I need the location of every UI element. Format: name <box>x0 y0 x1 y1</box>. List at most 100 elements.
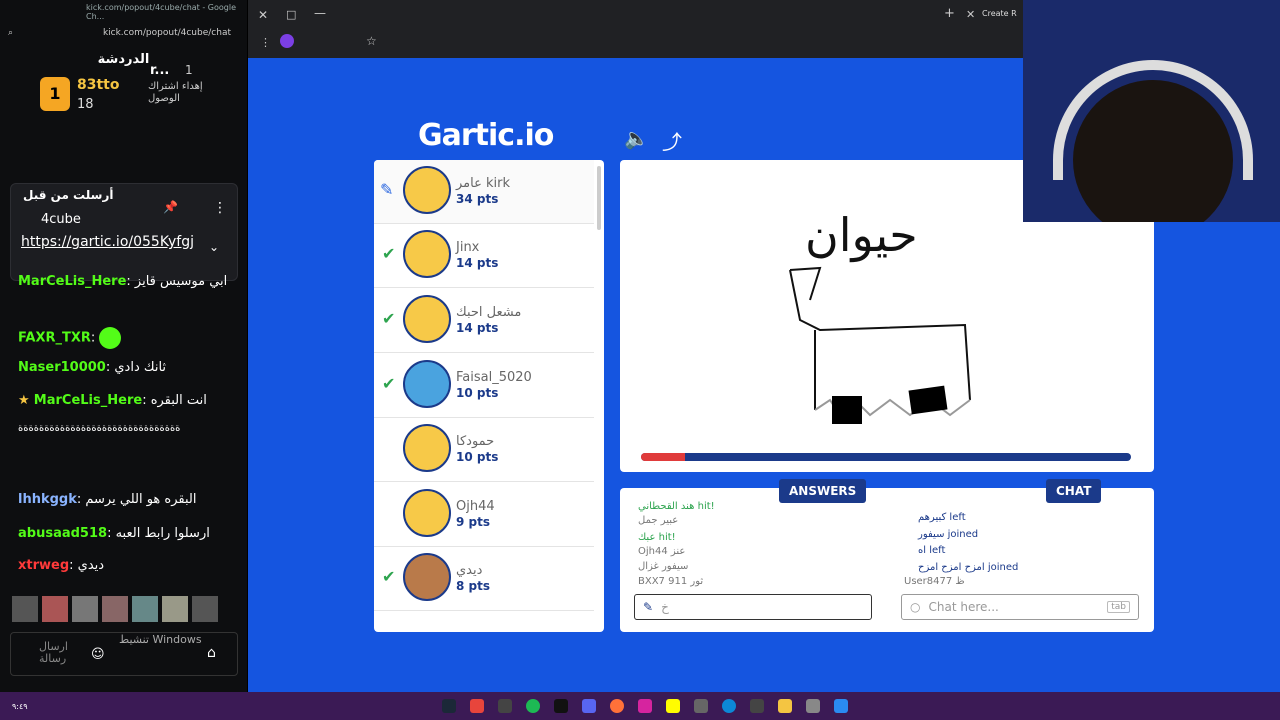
tab-answers[interactable]: ANSWERS <box>779 479 867 503</box>
sound-icon[interactable]: 🔈 <box>624 126 649 150</box>
answer-line: سيفور غزال <box>638 561 689 572</box>
pinned-link[interactable]: https://gartic.io/055Kyfgj <box>21 232 206 253</box>
chat-user[interactable]: FAXR_TXR <box>18 331 91 346</box>
emote-row <box>12 596 222 624</box>
more-icon[interactable]: ⋮ <box>213 200 227 216</box>
chat-line: User8477 ظ <box>904 576 965 587</box>
search-icon: ○ <box>910 600 921 614</box>
emote-icon[interactable] <box>192 596 218 622</box>
left-urlbar[interactable]: ⌕ kick.com/popout/4cube/chat <box>0 24 247 42</box>
check-icon: ✔ <box>382 244 396 263</box>
video-icon[interactable] <box>750 699 764 713</box>
chat-user[interactable]: Naser10000 <box>18 360 106 375</box>
menu-icon[interactable]: ⋮ <box>260 36 271 49</box>
player-row[interactable]: ✔ Jinx 14 pts <box>374 224 594 288</box>
answer-input[interactable]: ✎ خ <box>634 594 872 620</box>
answer-line: عبك hit! <box>638 532 676 543</box>
chrome-icon[interactable] <box>470 699 484 713</box>
player-row[interactable]: ✔ مشعل احبك 14 pts <box>374 289 594 353</box>
chat-message: FAXR_TXR: <box>18 327 238 349</box>
chat-input[interactable]: ○ Chat here... tab <box>901 594 1139 620</box>
pinned-user: 4cube <box>41 212 81 227</box>
player-row[interactable]: حمودكا 10 pts <box>374 418 594 482</box>
left-tab-title[interactable]: kick.com/popout/4cube/chat - Google Ch..… <box>86 3 241 21</box>
chat-message: Naser10000: ثانك دادي <box>18 360 167 375</box>
chat-text: ارسلوا رابط العبه <box>115 526 210 541</box>
extension-icon[interactable] <box>280 34 294 48</box>
chat-user[interactable]: xtrweg <box>18 558 69 573</box>
pin-icon[interactable]: 📌 <box>163 200 178 214</box>
app-icon[interactable] <box>806 699 820 713</box>
app-icon[interactable] <box>694 699 708 713</box>
pinned-header: أرسلت من قبل <box>23 188 114 202</box>
send-message-input[interactable]: ارسال رسالة تنشيط Windows ☺ ⌂ <box>10 632 238 676</box>
taskbar: ٩:٤٩ <box>0 692 1280 720</box>
chat-text: البقره هو اللي يرسم <box>85 492 197 507</box>
star-icon: ★ <box>18 393 30 408</box>
steam-icon[interactable] <box>442 699 456 713</box>
snapchat-icon[interactable] <box>666 699 680 713</box>
discord-icon[interactable] <box>582 699 596 713</box>
emote-icon[interactable] <box>162 596 188 622</box>
maximize-icon[interactable]: □ <box>286 8 296 21</box>
player-row[interactable]: Ojh44 9 pts <box>374 483 594 547</box>
timer-fill <box>641 453 686 461</box>
player-points: 10 pts <box>456 386 499 400</box>
chat-title: الدردشة <box>97 52 150 67</box>
share-icon[interactable]: ⤴ <box>662 126 682 155</box>
chat-line: كبيرهم left <box>918 512 966 523</box>
scrollbar[interactable] <box>597 166 601 230</box>
player-points: 10 pts <box>456 450 499 464</box>
pinned-message[interactable]: أرسلت من قبل 📌 ⋮ 4cube https://gartic.io… <box>10 183 238 281</box>
emote-icon[interactable] <box>72 596 98 622</box>
player-points: 8 pts <box>456 579 490 593</box>
check-icon: ✔ <box>382 309 396 328</box>
new-tab-icon[interactable]: + <box>944 6 955 21</box>
player-row[interactable]: ✔ Faisal_5020 10 pts <box>374 354 594 418</box>
avatar <box>403 230 451 278</box>
chat-text: انت البقره <box>150 393 207 408</box>
player-name: حمودكا <box>456 434 495 449</box>
player-row[interactable]: ✎ عامر kirk 34 pts <box>374 160 594 224</box>
obs-icon[interactable] <box>498 699 512 713</box>
chat-line: سيفور joined <box>918 529 979 540</box>
chat-user[interactable]: lhhkggk <box>18 492 77 507</box>
player-name: Jinx <box>456 240 480 255</box>
emote-icon[interactable] <box>132 596 158 622</box>
player-row[interactable]: ✔ ديدي 8 pts <box>374 547 594 611</box>
chat-user[interactable]: abusaad518 <box>18 526 107 541</box>
avatar <box>403 489 451 537</box>
player-points: 14 pts <box>456 321 499 335</box>
emote-icon[interactable] <box>12 596 38 622</box>
answers-chat-panel: ANSWERS CHAT هند القحطاني hit! عبير جمل … <box>620 479 1154 632</box>
windows-start-icon[interactable] <box>834 699 848 713</box>
emote-icon[interactable] <box>42 596 68 622</box>
firefox-icon[interactable] <box>610 699 624 713</box>
chat-user[interactable]: MarCeLis_Here <box>34 393 142 408</box>
gift-icon[interactable]: ⌂ <box>207 645 216 661</box>
players-list: ✎ عامر kirk 34 pts ✔ Jinx 14 pts ✔ مشعل … <box>374 160 604 632</box>
close-icon[interactable]: ✕ <box>258 8 268 22</box>
emoji-icon[interactable]: ☺ <box>91 647 105 662</box>
game-browser-bar: ✕ □ — + ✕ Create R ⋮ ☆ <box>248 0 1023 58</box>
left-url[interactable]: kick.com/popout/4cube/chat <box>103 28 231 38</box>
check-icon: ✔ <box>382 567 396 586</box>
chat-user[interactable]: MarCeLis_Here <box>18 274 126 289</box>
rank-1-badge: 1 <box>40 77 70 111</box>
instagram-icon[interactable] <box>638 699 652 713</box>
minimize-icon[interactable]: — <box>314 6 326 20</box>
terminal-icon[interactable] <box>554 699 568 713</box>
emote-icon[interactable] <box>102 596 128 622</box>
tab-close-icon[interactable]: ✕ <box>966 8 975 21</box>
left-titlebar: kick.com/popout/4cube/chat - Google Ch..… <box>0 0 247 24</box>
right-tab-title[interactable]: Create R <box>982 9 1017 18</box>
tab-chat[interactable]: CHAT <box>1046 479 1102 503</box>
answer-line: Ojh44 عنز <box>638 546 686 557</box>
chevron-down-icon[interactable]: ⌄ <box>209 240 219 254</box>
folder-icon[interactable] <box>778 699 792 713</box>
timer-progress <box>641 453 1131 461</box>
tab-key-hint: tab <box>1107 601 1130 613</box>
spotify-icon[interactable] <box>526 699 540 713</box>
edge-icon[interactable] <box>722 699 736 713</box>
bookmark-star-icon[interactable]: ☆ <box>366 34 377 48</box>
